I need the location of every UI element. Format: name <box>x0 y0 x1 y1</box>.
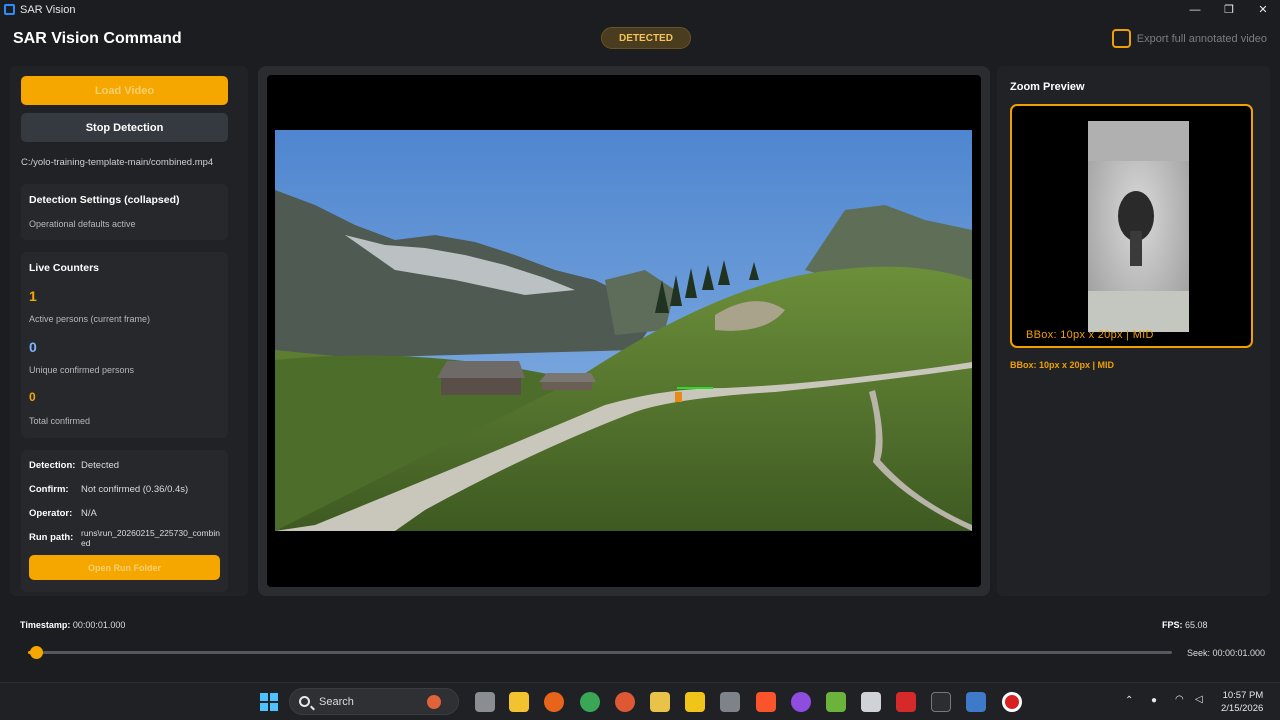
live-counters-card: Live Counters 1 Active persons (current … <box>21 252 228 438</box>
app-icon-bird[interactable] <box>650 692 670 712</box>
stop-detection-button[interactable]: Stop Detection <box>21 113 228 142</box>
zoom-crop-image <box>1088 121 1189 332</box>
window-title: SAR Vision <box>20 3 76 16</box>
app-icon-store[interactable] <box>720 692 740 712</box>
volume-icon[interactable]: ◁ <box>1195 694 1203 705</box>
microphone-icon[interactable]: ● <box>1151 695 1157 706</box>
operator-label: Operator: <box>29 508 73 519</box>
export-toggle[interactable]: Export full annotated video <box>1111 29 1267 48</box>
status-badge: DETECTED <box>601 27 691 49</box>
record-icon[interactable] <box>1002 692 1022 712</box>
search-placeholder: Search <box>319 696 354 708</box>
search-icon <box>299 696 310 707</box>
file-explorer-icon[interactable] <box>509 692 529 712</box>
clock-date: 2/15/2026 <box>1221 703 1264 714</box>
minimize-button[interactable]: — <box>1178 0 1212 19</box>
app-icon-m[interactable] <box>685 692 705 712</box>
app-icon <box>4 4 15 15</box>
close-button[interactable]: ✕ <box>1246 0 1280 19</box>
zoom-bbox-caption: BBox: 10px x 20px | MID <box>1010 360 1115 370</box>
export-label: Export full annotated video <box>1136 32 1267 45</box>
run-path-value: runs\run_20260215_225730_combined <box>81 528 220 548</box>
acrobat-icon[interactable] <box>896 692 916 712</box>
search-highlight-icon <box>427 695 441 709</box>
active-persons-count: 1 <box>29 288 37 304</box>
video-frame <box>267 75 981 587</box>
notepad-icon[interactable] <box>826 692 846 712</box>
zoom-panel: Zoom Preview BBox: 10px x 20px | MID BBo… <box>997 66 1270 596</box>
total-confirmed-label: Total confirmed <box>29 416 91 426</box>
task-view-icon[interactable] <box>475 692 495 712</box>
window-controls: — ❐ ✕ <box>1178 0 1280 19</box>
tor-icon[interactable] <box>791 692 811 712</box>
taskbar: Search ⌃ ● ◠ ◁ 10:57 PM 2/15/2026 <box>0 682 1280 720</box>
unique-persons-count: 0 <box>29 339 37 355</box>
fps-value: 65.08 <box>1185 620 1208 630</box>
seek-slider[interactable] <box>28 646 1172 659</box>
taskbar-clock[interactable]: 10:57 PM 2/15/2026 <box>1221 689 1263 715</box>
total-confirmed-count: 0 <box>29 390 36 404</box>
open-run-folder-button[interactable]: Open Run Folder <box>29 555 220 580</box>
active-persons-label: Active persons (current frame) <box>29 314 151 324</box>
chrome-icon[interactable] <box>580 692 600 712</box>
brave-icon[interactable] <box>756 692 776 712</box>
maximize-button[interactable]: ❐ <box>1212 0 1246 19</box>
fps-readout: FPS: 65.08 <box>1162 620 1208 630</box>
load-video-button[interactable]: Load Video <box>21 76 228 105</box>
timestamp: Timestamp: 00:00:01.000 <box>20 620 125 630</box>
window-titlebar: SAR Vision — ❐ ✕ <box>0 0 1280 19</box>
detection-label: Detection: <box>29 460 76 471</box>
windows-start-icon[interactable] <box>260 693 278 711</box>
detection-value: Detected <box>81 460 120 471</box>
detection-settings-card[interactable]: Detection Settings (collapsed) Operation… <box>21 184 228 240</box>
unique-persons-label: Unique confirmed persons <box>29 365 135 375</box>
confirm-value: Not confirmed (0.36/0.4s) <box>81 484 189 495</box>
python-app-icon[interactable] <box>966 692 986 712</box>
video-scene <box>275 130 972 531</box>
app-icon-white[interactable] <box>861 692 881 712</box>
fps-label: FPS: <box>1162 620 1183 630</box>
firefox-icon[interactable] <box>544 692 564 712</box>
file-path: C:/yolo-training-template-main/combined.… <box>21 157 214 168</box>
taskbar-search[interactable]: Search <box>289 688 459 715</box>
zoom-preview: BBox: 10px x 20px | MID <box>1010 104 1253 348</box>
detection-status-card: Detection: Detected Confirm: Not confirm… <box>21 450 228 592</box>
clock-time: 10:57 PM <box>1222 690 1264 701</box>
tray-chevron-icon[interactable]: ⌃ <box>1125 695 1133 706</box>
export-checkbox[interactable] <box>1111 29 1131 48</box>
wifi-icon[interactable]: ◠ <box>1175 694 1184 705</box>
run-path-label: Run path: <box>29 532 74 543</box>
control-panel: Load Video Stop Detection C:/yolo-traini… <box>10 66 248 596</box>
app-title: SAR Vision Command <box>13 30 182 47</box>
timestamp-label: Timestamp: <box>20 620 71 630</box>
seek-handle[interactable] <box>30 646 43 659</box>
settings-title: Detection Settings (collapsed) <box>29 194 180 206</box>
operator-value: N/A <box>81 508 97 519</box>
confirm-label: Confirm: <box>29 484 69 495</box>
counters-title: Live Counters <box>29 262 100 274</box>
timestamp-value: 00:00:01.000 <box>72 620 126 630</box>
zoom-title: Zoom Preview <box>1010 81 1085 93</box>
duckduckgo-icon[interactable] <box>615 692 635 712</box>
zoom-bbox-overlay: BBox: 10px x 20px | MID <box>1026 329 1154 341</box>
terminal-icon[interactable] <box>931 692 951 712</box>
video-panel <box>258 66 990 596</box>
seek-label: Seek: 00:00:01.000 <box>1187 648 1266 658</box>
settings-subtitle: Operational defaults active <box>29 219 136 229</box>
